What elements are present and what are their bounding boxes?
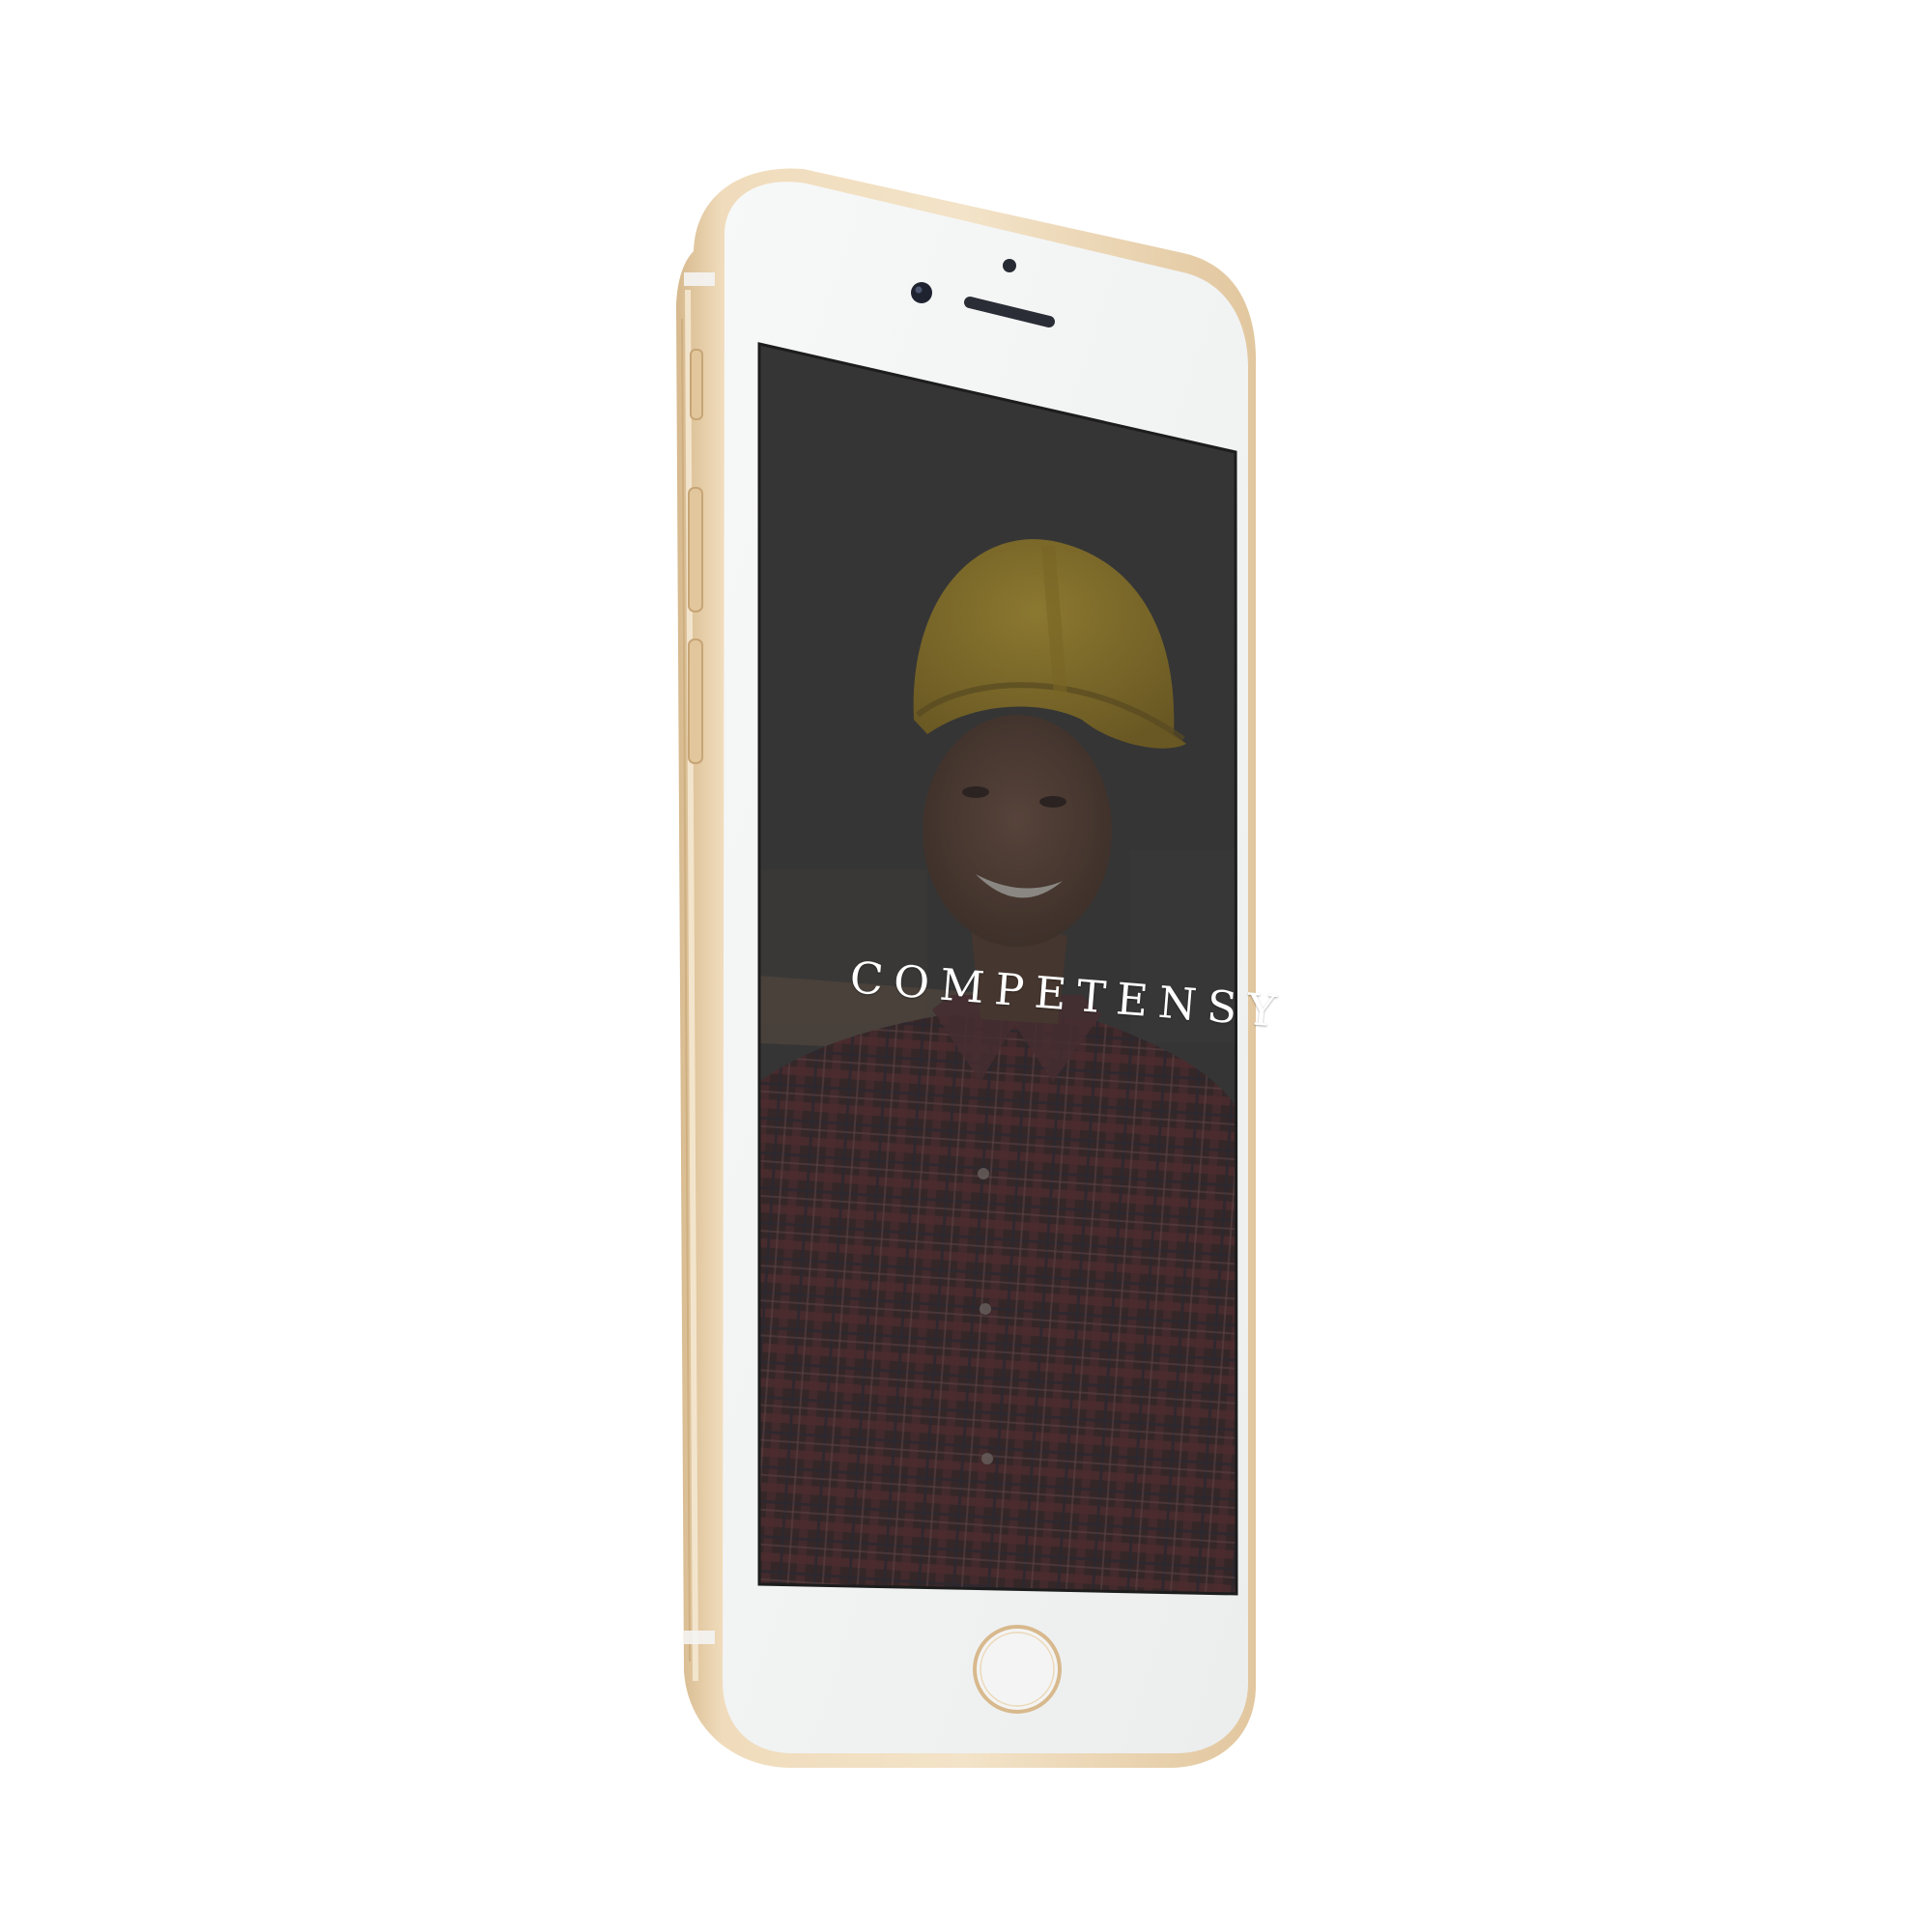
home-button-icon[interactable]	[973, 1625, 1062, 1714]
volume-down-button[interactable]	[688, 639, 703, 764]
camera-lens-icon	[911, 282, 932, 303]
volume-up-button[interactable]	[688, 487, 703, 612]
sensor-dot-icon	[1003, 259, 1016, 272]
mockup-scene: COMPETENSY	[0, 0, 1932, 1932]
mute-switch[interactable]	[690, 349, 703, 420]
